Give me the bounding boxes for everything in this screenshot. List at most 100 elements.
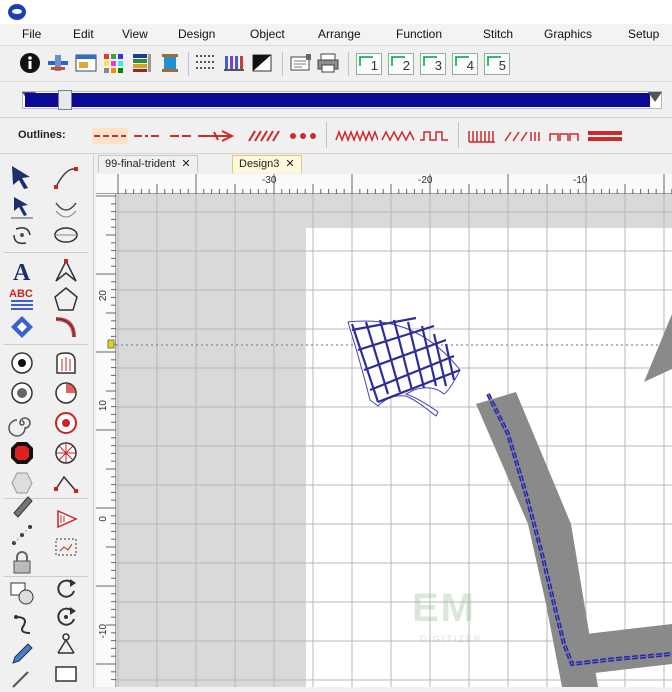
info-icon[interactable]	[18, 51, 42, 75]
pencil-alt-icon[interactable]	[7, 662, 37, 692]
canvas-drawing	[116, 194, 672, 687]
ruler-label: -10	[573, 175, 588, 186]
angle-line-icon[interactable]	[51, 468, 81, 498]
stitch-slider-row	[0, 82, 672, 118]
ruler-vertical: 20 10 0 -10	[96, 194, 116, 687]
view-4-icon[interactable]: 4	[452, 53, 478, 75]
outline-dashed-icon[interactable]	[92, 128, 128, 144]
dot-path-icon[interactable]	[7, 520, 37, 550]
stop-hexagon-icon[interactable]	[7, 438, 37, 468]
lock-icon[interactable]	[7, 548, 37, 578]
close-icon[interactable]: ✕	[285, 158, 294, 170]
menu-bar: File Edit View Design Object Arrange Fun…	[0, 24, 672, 46]
print-icon[interactable]	[316, 51, 340, 75]
ruler-label: -20	[418, 175, 433, 186]
main-toolbar: 1 2 3 4 5	[0, 46, 672, 82]
ellipse-icon[interactable]	[51, 220, 81, 250]
outline-zigzag-icon[interactable]	[334, 128, 379, 144]
tab-label: 99-final-trident	[105, 158, 176, 170]
ruler-label: 0	[98, 516, 109, 522]
curved-path-icon[interactable]	[51, 312, 81, 342]
contrast-icon[interactable]	[250, 51, 274, 75]
outline-satin-icon[interactable]	[466, 128, 498, 144]
tab-99-final-trident[interactable]: 99-final-trident ✕	[98, 155, 198, 173]
dotted-grid-icon[interactable]	[194, 51, 218, 75]
tool-palette: A ABC	[0, 154, 94, 688]
loop-icon[interactable]	[51, 574, 81, 604]
stitch-slider[interactable]	[22, 90, 662, 110]
outline-double-band-icon[interactable]	[586, 128, 624, 144]
dotted-box-icon[interactable]	[51, 532, 81, 562]
watermark-subtext: DIGITIZER	[420, 634, 483, 644]
lettering-icon[interactable]: ABC	[7, 284, 37, 314]
spiral-icon[interactable]	[7, 408, 37, 438]
node-edit-icon[interactable]	[51, 162, 81, 192]
layers-icon[interactable]	[7, 578, 37, 608]
title-bar	[0, 0, 672, 24]
document-tabs: 99-final-trident ✕ Design3 ✕	[94, 154, 672, 174]
node-shape-icon[interactable]	[51, 256, 81, 286]
app-logo-icon[interactable]	[8, 4, 26, 20]
tab-design3[interactable]: Design3 ✕	[232, 155, 302, 173]
hoop-icon[interactable]	[288, 51, 312, 75]
circle-target-icon[interactable]	[7, 348, 37, 378]
menu-object[interactable]: Object	[250, 27, 285, 41]
view-5-icon[interactable]: 5	[484, 53, 510, 75]
ruler-horizontal: -30 -20 -10	[96, 174, 672, 194]
outline-dots-icon[interactable]	[288, 128, 320, 144]
menu-stitch[interactable]: Stitch	[483, 27, 513, 41]
plane-icon[interactable]	[46, 51, 70, 75]
design-canvas[interactable]: EM DIGITIZER	[116, 194, 672, 687]
ruler-label: -10	[98, 624, 109, 639]
pen-icon[interactable]	[7, 490, 37, 520]
menu-design[interactable]: Design	[178, 27, 215, 41]
window-icon[interactable]	[74, 51, 98, 75]
thread-spool-icon[interactable]	[158, 51, 182, 75]
outline-dash-dot-icon[interactable]	[132, 128, 164, 144]
tab-label: Design3	[239, 158, 280, 170]
pie-shape-icon[interactable]	[51, 378, 81, 408]
outline-long-dash-icon[interactable]	[168, 128, 192, 144]
slider-thumb[interactable]	[58, 90, 72, 110]
slider-end-icon[interactable]	[648, 92, 662, 102]
radio-icon[interactable]	[7, 378, 37, 408]
view-3-icon[interactable]: 3	[420, 53, 446, 75]
reshape-arrow-icon[interactable]	[7, 192, 37, 222]
menu-arrange[interactable]: Arrange	[318, 27, 361, 41]
view-2-icon[interactable]: 2	[388, 53, 414, 75]
rectangle-icon[interactable]	[51, 658, 81, 688]
branch-icon[interactable]	[51, 630, 81, 660]
radial-icon[interactable]	[51, 438, 81, 468]
text-icon[interactable]: A	[7, 256, 37, 286]
close-icon[interactable]: ✕	[181, 158, 190, 170]
fill-shape-icon[interactable]	[51, 348, 81, 378]
outline-arrow-icon[interactable]	[196, 128, 236, 144]
outlines-toolbar: Outlines:	[0, 118, 672, 154]
select-arrow-icon[interactable]	[7, 162, 37, 192]
ruler-label: -30	[262, 175, 277, 186]
menu-setup[interactable]: Setup	[628, 27, 659, 41]
menu-graphics[interactable]: Graphics	[544, 27, 592, 41]
outline-bridge-icon[interactable]	[548, 128, 580, 144]
menu-function[interactable]: Function	[396, 27, 442, 41]
view-1-icon[interactable]: 1	[356, 53, 382, 75]
arc-dots-icon[interactable]	[51, 192, 81, 222]
loop-alt-icon[interactable]	[51, 602, 81, 632]
knot-icon[interactable]	[7, 610, 37, 640]
rotate-icon[interactable]	[7, 220, 37, 250]
menu-view[interactable]: View	[122, 27, 148, 41]
menu-file[interactable]: File	[22, 27, 41, 41]
polygon-icon[interactable]	[51, 284, 81, 314]
menu-edit[interactable]: Edit	[73, 27, 94, 41]
outlines-label: Outlines:	[18, 129, 66, 141]
outline-slant-icon[interactable]	[246, 128, 284, 144]
diamond-icon[interactable]	[7, 312, 37, 342]
triangle-fill-icon[interactable]	[51, 504, 81, 534]
stitch-bars-icon[interactable]	[222, 51, 246, 75]
outline-stipple-icon[interactable]	[502, 128, 544, 144]
star-fill-icon[interactable]	[51, 408, 81, 438]
outline-wave-icon[interactable]	[380, 128, 416, 144]
palette-grid-icon[interactable]	[102, 51, 126, 75]
color-bars-icon[interactable]	[130, 51, 154, 75]
outline-square-wave-icon[interactable]	[418, 128, 452, 144]
